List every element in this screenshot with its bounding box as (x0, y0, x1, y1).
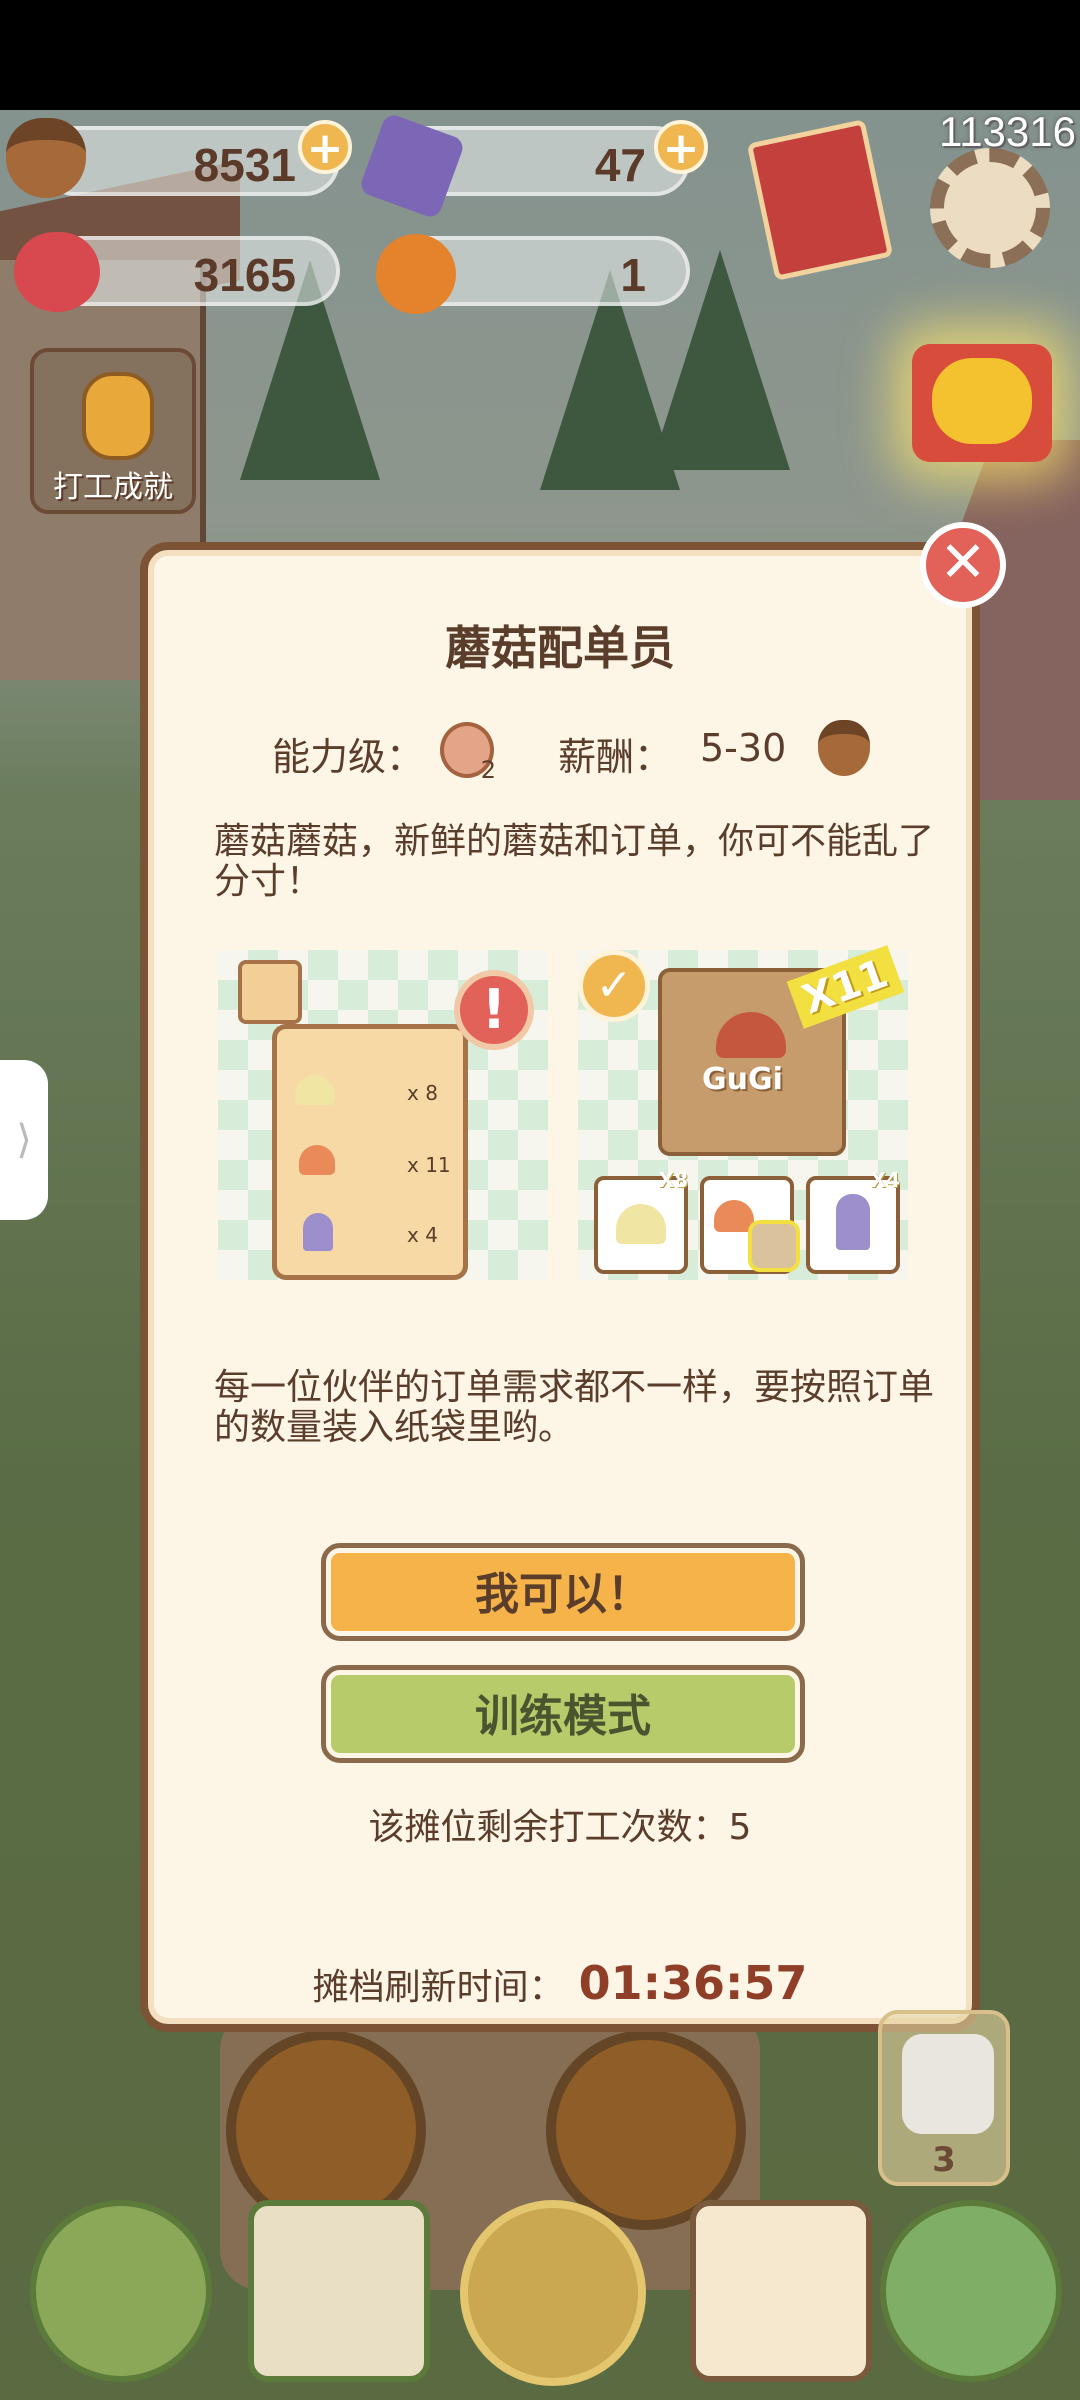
tv-event-icon[interactable] (912, 344, 1052, 462)
refresh-timer: 01:36:57 (578, 1956, 808, 2010)
slot-orange-mushroom (700, 1176, 800, 1274)
side-drawer-tab[interactable]: ⟩ (0, 1060, 48, 1220)
heart-icon (14, 232, 100, 312)
work-achievement-button[interactable]: 打工成就 (30, 348, 196, 514)
gift-count: 3 (932, 2140, 956, 2180)
order-count-2: x 11 (407, 1153, 451, 1177)
add-gems-button[interactable]: + (654, 120, 708, 174)
slot-count-1: X8 (658, 1168, 688, 1192)
slot-yellow-mushroom: X8 (594, 1168, 688, 1274)
bag-mushroom-icon (716, 1012, 786, 1058)
score-display: 113316 (938, 108, 1076, 155)
paw-icon (238, 960, 302, 1024)
mushroom-yellow-icon (295, 1075, 335, 1105)
map-nav-button[interactable] (880, 2200, 1062, 2382)
mushroom-purple-icon (836, 1194, 870, 1250)
ability-label: 能力级： (272, 735, 425, 779)
bag-brand-label: GuGi (702, 1062, 783, 1097)
salary-acorn-icon (818, 720, 870, 776)
friends-nav-button[interactable] (460, 2200, 646, 2386)
achievement-label: 打工成就 (53, 470, 173, 505)
alert-icon: ! (454, 970, 534, 1050)
salary-range: 5-30 (700, 726, 787, 770)
order-count-3: x 4 (407, 1223, 438, 1247)
acorn-icon (6, 118, 86, 198)
settings-gear-icon[interactable] (930, 148, 1050, 268)
mushroom-yellow-icon (616, 1204, 666, 1244)
bag-illustration: ✓ GuGi X11 X8 X4 (578, 945, 908, 1280)
check-icon: ✓ (578, 950, 650, 1022)
refresh-row: 摊档刷新时间： 01:36:57 (148, 1956, 972, 2010)
home-nav-button[interactable] (30, 2200, 212, 2382)
orange-icon (376, 234, 456, 314)
refresh-label: 摊档刷新时间： (312, 1967, 565, 2008)
order-instructions: 每一位伙伴的订单需求都不一样，要按照订单的数量装入纸袋里哟。 (214, 1367, 935, 1448)
slot-count-3: X4 (870, 1168, 900, 1192)
tasks-nav-button[interactable] (690, 2200, 872, 2382)
mushroom-purple-icon (303, 1213, 333, 1251)
slot-purple-mushroom: X4 (806, 1168, 900, 1274)
mail-nav-button[interactable] (248, 2200, 430, 2382)
salary-label: 薪酬： (558, 735, 673, 779)
acorn-count: 8531 (193, 139, 296, 191)
order-count-1: x 8 (407, 1081, 438, 1105)
mushroom-orange-icon (299, 1145, 335, 1175)
gem-count: 47 (594, 139, 646, 191)
dialog-title: 蘑菇配单员 (445, 621, 675, 675)
heart-count: 3165 (193, 249, 296, 301)
order-illustration: x 8 x 11 x 4 ! (218, 950, 548, 1280)
job-description: 蘑菇蘑菇，新鲜的蘑菇和订单，你可不能乱了分寸！ (214, 821, 935, 902)
medal-icon (82, 372, 154, 460)
remaining-attempts: 该摊位剩余打工次数：5 (368, 1807, 752, 1848)
close-button[interactable]: ✕ (920, 522, 1006, 608)
orange-count: 1 (620, 249, 646, 301)
training-mode-button[interactable]: 训练模式 (321, 1665, 805, 1763)
order-card: x 8 x 11 x 4 (272, 1024, 468, 1280)
ability-acorn-icon: 2 (440, 722, 496, 784)
gift-icon (902, 2034, 994, 2134)
selected-highlight (748, 1220, 800, 1272)
add-acorns-button[interactable]: + (298, 120, 352, 174)
job-dialog: 蘑菇配单员 能力级： 2 薪酬： 5-30 蘑菇蘑菇，新鲜的蘑菇和订单，你可不能… (140, 542, 980, 2032)
ability-level: 2 (480, 756, 496, 784)
start-work-button[interactable]: 我可以！ (321, 1543, 805, 1641)
gift-bundle-button[interactable]: 3 (878, 2010, 1010, 2186)
